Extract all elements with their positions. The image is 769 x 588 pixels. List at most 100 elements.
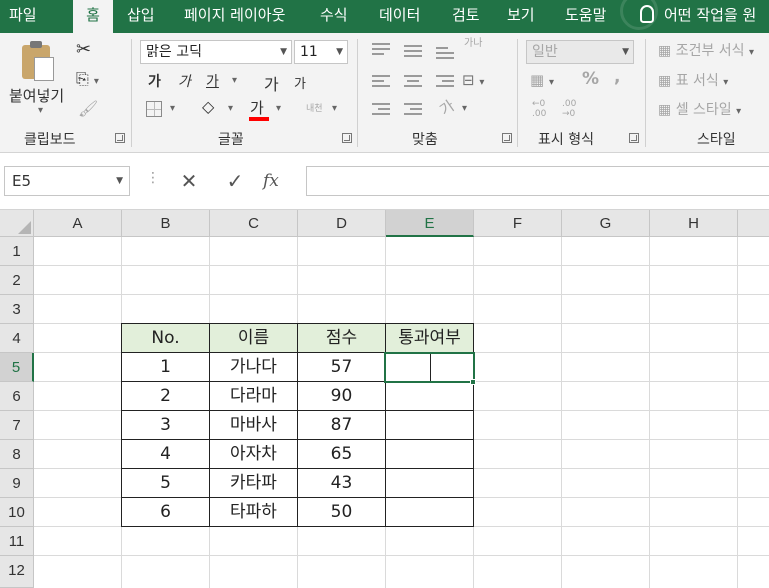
insert-function-button[interactable]: fx — [263, 166, 279, 196]
cut-icon[interactable]: ✂ — [76, 39, 91, 60]
format-painter-icon[interactable]: 🖌 — [78, 99, 98, 118]
table-cell[interactable] — [386, 440, 474, 469]
align-left-icon[interactable] — [372, 75, 390, 90]
chevron-down-icon[interactable]: ▾ — [228, 103, 233, 114]
name-box[interactable]: E5 ▼ — [4, 166, 130, 196]
drag-handle-icon[interactable]: ⋮ — [146, 170, 160, 186]
format-as-table-button[interactable]: ▦ 표 서식 ▾ — [658, 70, 728, 90]
formula-input[interactable] — [306, 166, 769, 196]
row-header-9[interactable]: 9 — [0, 469, 34, 498]
conditional-formatting-button[interactable]: ▦ 조건부 서식 ▾ — [658, 40, 754, 60]
table-cell[interactable]: 65 — [298, 440, 386, 469]
align-top-icon[interactable] — [372, 43, 390, 58]
tab-file[interactable]: 파일 — [9, 0, 37, 33]
tab-view[interactable]: 보기 — [507, 0, 535, 33]
table-cell[interactable] — [386, 469, 474, 498]
table-cell[interactable]: 카타파 — [210, 469, 298, 498]
table-cell[interactable]: 3 — [121, 411, 210, 440]
column-header-c[interactable]: C — [210, 210, 298, 237]
table-header-no[interactable]: No. — [121, 323, 210, 353]
table-cell[interactable] — [386, 382, 474, 411]
font-name-select[interactable]: 맑은 고딕 ▼ — [140, 40, 292, 64]
column-header-d[interactable]: D — [298, 210, 386, 237]
column-header-b[interactable]: B — [122, 210, 210, 237]
font-size-select[interactable]: 11 ▼ — [294, 40, 348, 64]
alignment-launcher-icon[interactable] — [502, 133, 512, 143]
row-header-7[interactable]: 7 — [0, 411, 34, 440]
border-icon[interactable] — [146, 101, 162, 117]
table-cell[interactable]: 57 — [298, 353, 386, 382]
table-header-score[interactable]: 점수 — [298, 323, 386, 353]
table-cell[interactable]: 90 — [298, 382, 386, 411]
align-bottom-icon[interactable] — [436, 47, 454, 62]
wrap-text-button[interactable]: 가나 — [464, 39, 482, 49]
tab-help[interactable]: 도움말 — [565, 0, 606, 33]
tab-page-layout[interactable]: 페이지 레이아웃 — [184, 0, 285, 33]
copy-icon[interactable]: ⎘ ▾ — [76, 69, 99, 89]
column-header-a[interactable]: A — [34, 210, 122, 237]
column-header-h[interactable]: H — [650, 210, 738, 237]
table-header-name[interactable]: 이름 — [210, 323, 298, 353]
table-cell[interactable]: 43 — [298, 469, 386, 498]
currency-icon[interactable]: ▦ ▾ — [530, 71, 554, 89]
row-header-4[interactable]: 4 — [0, 324, 34, 353]
decrease-decimal-button[interactable]: .00 →0 — [562, 99, 582, 119]
chevron-down-icon[interactable]: ▾ — [170, 103, 175, 114]
column-header-e[interactable]: E — [386, 210, 474, 237]
table-cell[interactable]: 다라마 — [210, 382, 298, 411]
orientation-button[interactable]: 가 — [435, 95, 458, 120]
chevron-down-icon[interactable]: ▾ — [276, 103, 281, 114]
table-cell[interactable]: 가나다 — [210, 353, 298, 382]
underline-button[interactable]: 가 — [206, 71, 219, 91]
table-cell[interactable]: 6 — [121, 498, 210, 527]
bold-button[interactable]: 가 — [148, 71, 161, 91]
align-middle-icon[interactable] — [404, 45, 422, 60]
fill-handle[interactable] — [470, 379, 476, 385]
tab-formulas[interactable]: 수식 — [320, 0, 348, 33]
comma-button[interactable]: , — [614, 67, 620, 87]
italic-button[interactable]: 가 — [178, 71, 191, 91]
fill-color-icon[interactable]: ◇ — [202, 97, 214, 116]
row-header-11[interactable]: 11 — [0, 527, 34, 556]
row-header-6[interactable]: 6 — [0, 382, 34, 411]
column-header-i[interactable] — [738, 210, 769, 237]
percent-button[interactable]: % — [582, 69, 599, 89]
tab-home[interactable]: 홈 — [73, 0, 113, 34]
font-color-button[interactable]: 가 — [250, 97, 264, 118]
table-cell[interactable]: 1 — [121, 353, 210, 382]
grow-font-button[interactable]: 가 — [264, 71, 279, 95]
tab-insert[interactable]: 삽입 — [127, 0, 155, 33]
chevron-down-icon[interactable]: ▾ — [232, 75, 237, 86]
column-header-f[interactable]: F — [474, 210, 562, 237]
decrease-indent-icon[interactable] — [372, 103, 390, 118]
table-cell[interactable] — [386, 498, 474, 527]
chevron-down-icon[interactable]: ▾ — [462, 103, 467, 114]
row-header-12[interactable]: 12 — [0, 556, 34, 588]
clipboard-launcher-icon[interactable] — [115, 133, 125, 143]
font-launcher-icon[interactable] — [342, 133, 352, 143]
shrink-font-button[interactable]: 가 — [294, 73, 306, 92]
row-header-10[interactable]: 10 — [0, 498, 34, 527]
number-launcher-icon[interactable] — [629, 133, 639, 143]
table-cell[interactable]: 2 — [121, 382, 210, 411]
cell-styles-button[interactable]: ▦ 셀 스타일 ▾ — [658, 99, 741, 119]
column-header-g[interactable]: G — [562, 210, 650, 237]
align-center-icon[interactable] — [404, 75, 422, 90]
active-cell-e5[interactable] — [384, 352, 475, 383]
table-cell[interactable]: 5 — [121, 469, 210, 498]
tab-review[interactable]: 검토 — [452, 0, 480, 33]
table-header-pass[interactable]: 통과여부 — [386, 323, 474, 353]
tell-me-box[interactable]: 어떤 작업을 원 — [640, 0, 756, 33]
table-cell[interactable]: 50 — [298, 498, 386, 527]
merge-center-icon[interactable]: ⊟ ▾ — [462, 71, 484, 89]
increase-indent-icon[interactable] — [404, 103, 422, 118]
table-cell[interactable]: 마바사 — [210, 411, 298, 440]
table-cell[interactable]: 아자차 — [210, 440, 298, 469]
row-header-8[interactable]: 8 — [0, 440, 34, 469]
table-cell[interactable]: 4 — [121, 440, 210, 469]
row-header-3[interactable]: 3 — [0, 295, 34, 324]
number-format-select[interactable]: 일반 ▼ — [526, 40, 634, 64]
row-header-1[interactable]: 1 — [0, 237, 34, 266]
select-all-button[interactable] — [0, 210, 34, 237]
tab-data[interactable]: 데이터 — [379, 0, 420, 33]
